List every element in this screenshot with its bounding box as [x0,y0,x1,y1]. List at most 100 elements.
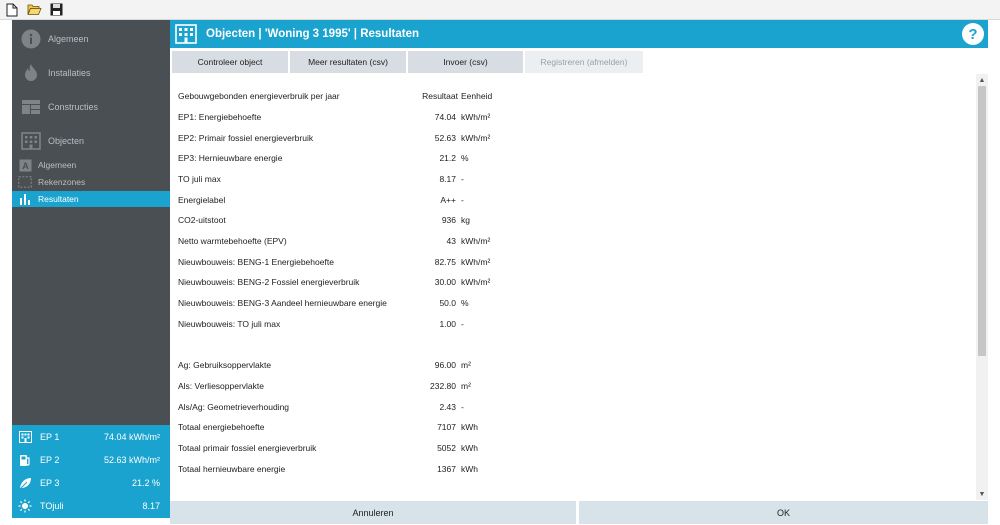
summary-row-ep3: EP 3 21.2 % [12,472,170,494]
scroll-thumb[interactable] [978,86,986,356]
result-value: A++ [440,195,456,205]
new-file-icon[interactable] [4,2,20,18]
toolbar [0,0,1000,20]
footer-bar: Annuleren OK [170,500,988,525]
sidebar-subitem-label: Algemeen [38,160,77,170]
sidebar: Algemeen Installaties Constructies Objec… [12,20,170,518]
result-unit: % [461,298,469,308]
result-value: 96.00 [434,360,456,370]
result-value: 232.80 [430,381,456,391]
result-value: 30.00 [434,277,456,287]
result-row: Nieuwbouweis: BENG-2 Fossiel energieverb… [178,274,518,290]
tab-invoer[interactable]: Invoer (csv) [408,51,523,73]
summary-label: EP 1 [40,432,60,442]
result-label: EP1: Energiebehoefte [178,112,262,122]
result-value: 2.43 [439,402,456,412]
result-label: Als: Verliesoppervlakte [178,381,264,391]
result-row: Nieuwbouweis: TO juli max 1.00 - [178,316,518,332]
summary-row-ep1: EP 1 74.04 kWh/m² [12,426,170,448]
result-value: 74.04 [434,112,456,122]
result-label: CO2-uitstoot [178,215,226,225]
tab-controleer-object[interactable]: Controleer object [172,51,288,73]
results-header-unit: Eenheid [461,91,493,101]
result-label: Energielabel [178,195,226,205]
sidebar-subitem-resultaten[interactable]: Resultaten [12,191,170,207]
result-value: 21.2 [439,153,456,163]
summary-row-tojuli: TOjuli 8.17 [12,495,170,517]
summary-label: TOjuli [40,501,64,511]
result-row: Netto warmtebehoefte (EPV) 43 kWh/m² [178,233,518,249]
result-unit: m² [461,360,471,370]
sidebar-item-installaties[interactable]: Installaties [12,56,170,90]
summary-value: 21.2 % [131,478,160,488]
result-value: 5052 [437,443,456,453]
result-value: 7107 [437,422,456,432]
result-row: Als: Verliesoppervlakte 232.80 m² [178,378,518,394]
result-value: 1367 [437,464,456,474]
vertical-scrollbar[interactable]: ▲ ▼ [976,74,988,500]
result-label: Totaal energiebehoefte [178,422,265,432]
tab-registreren: Registreren (afmelden) [525,51,643,73]
result-unit: kWh [461,422,478,432]
ok-button[interactable]: OK [579,501,988,524]
result-row: Totaal hernieuwbare energie 1367 kWh [178,461,518,477]
result-label: Netto warmtebehoefte (EPV) [178,236,287,246]
result-label: Nieuwbouweis: BENG-3 Aandeel hernieuwbar… [178,298,387,308]
scroll-down-icon[interactable]: ▼ [976,488,988,500]
save-icon[interactable] [48,2,64,18]
leaf-icon [18,476,32,490]
result-value: 50.0 [439,298,456,308]
sidebar-item-label: Algemeen [48,34,89,44]
result-unit: m² [461,381,471,391]
result-row: Nieuwbouweis: BENG-3 Aandeel hernieuwbar… [178,295,518,311]
sun-icon [18,499,32,513]
result-row: Ag: Gebruiksoppervlakte 96.00 m² [178,357,518,373]
summary-panel: EP 1 74.04 kWh/m² EP 2 52.63 kWh/m² EP 3… [12,425,170,518]
result-value: 43 [446,236,456,246]
result-label: Nieuwbouweis: TO juli max [178,319,281,329]
result-unit: - [461,174,464,184]
construction-icon [20,96,42,118]
tab-meer-resultaten[interactable]: Meer resultaten (csv) [290,51,406,73]
result-row: Totaal energiebehoefte 7107 kWh [178,419,518,435]
page-title: Objecten | 'Woning 3 1995' | Resultaten [206,28,419,40]
result-row: Energielabel A++ - [178,192,518,208]
scroll-up-icon[interactable]: ▲ [976,74,988,86]
sidebar-item-algemeen[interactable]: Algemeen [12,22,170,56]
result-value: 82.75 [434,257,456,267]
result-unit: kWh/m² [461,277,491,287]
result-row: EP3: Hernieuwbare energie 21.2 % [178,150,518,166]
result-value: 52.63 [434,133,456,143]
result-label: TO juli max [178,174,221,184]
page-header: Objecten | 'Woning 3 1995' | Resultaten … [170,20,988,48]
results-panel: Gebouwgebonden energieverbruik per jaar … [170,74,976,500]
results-header-row: Gebouwgebonden energieverbruik per jaar … [178,88,518,104]
results-header-value: Resultaat [422,91,458,101]
tab-bar: Controleer object Meer resultaten (csv) … [170,48,988,74]
result-value: 1.00 [439,319,456,329]
result-unit: kWh [461,464,478,474]
result-row: Als/Ag: Geometrieverhouding 2.43 - [178,399,518,415]
result-value: 936 [441,215,456,225]
bar-chart-icon [18,192,32,206]
result-label: Nieuwbouweis: BENG-1 Energiebehoefte [178,257,334,267]
cancel-button[interactable]: Annuleren [170,501,576,524]
result-label: Totaal hernieuwbare energie [178,464,286,474]
result-row: TO juli max 8.17 - [178,171,518,187]
result-unit: kWh/m² [461,236,491,246]
sidebar-subitem-rekenzones[interactable]: Rekenzones [12,174,170,190]
results-header-label: Gebouwgebonden energieverbruik per jaar [178,91,340,101]
sidebar-item-objecten[interactable]: Objecten [12,124,170,158]
sidebar-item-constructies[interactable]: Constructies [12,90,170,124]
sidebar-subitem-algemeen[interactable]: A Algemeen [12,157,170,173]
info-icon [20,28,42,50]
open-folder-icon[interactable] [26,2,42,18]
result-unit: kWh/m² [461,112,491,122]
result-label: Nieuwbouweis: BENG-2 Fossiel energieverb… [178,277,360,287]
result-row: EP2: Primair fossiel energieverbruik 52.… [178,130,518,146]
help-button[interactable]: ? [962,23,984,45]
flame-icon [20,62,42,84]
summary-value: 74.04 kWh/m² [103,432,160,442]
result-unit: kWh [461,443,478,453]
fuel-pump-icon [18,453,32,467]
